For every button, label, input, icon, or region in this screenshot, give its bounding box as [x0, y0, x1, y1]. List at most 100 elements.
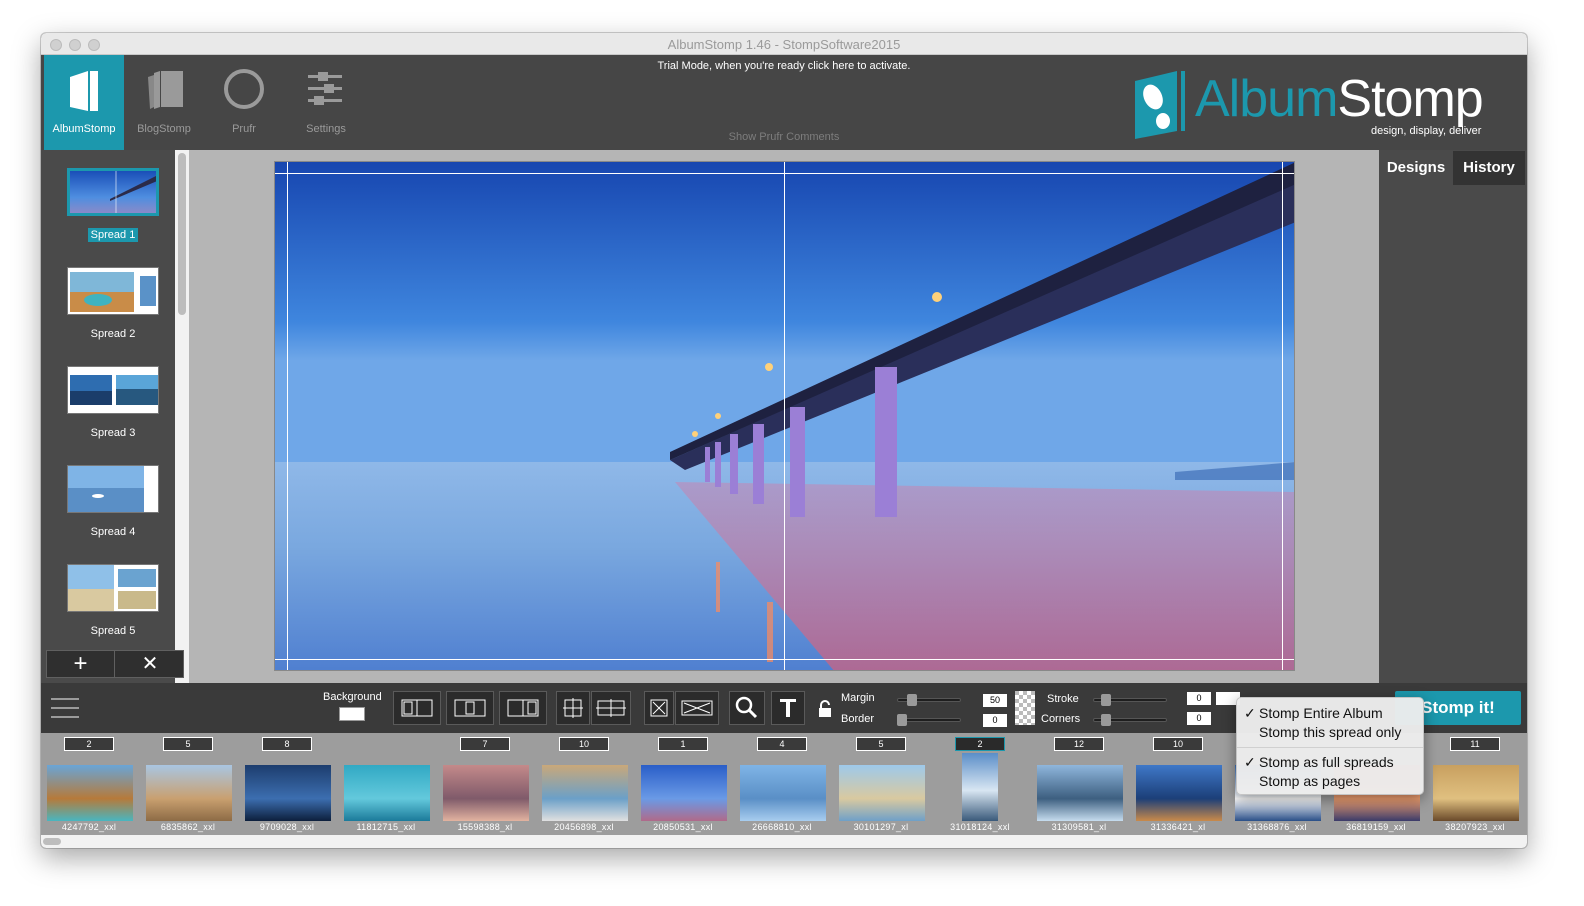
filmstrip-thumbnail	[1037, 765, 1123, 821]
usage-count-badge: 12	[1054, 737, 1104, 751]
align-center-button[interactable]	[446, 691, 494, 725]
margin-guide-bottom	[275, 659, 1294, 660]
fill-spread-button[interactable]	[675, 691, 719, 725]
spread-label: Spread 2	[90, 328, 136, 340]
usage-count-badge: 2	[955, 737, 1005, 751]
filmstrip-filename: 9709028_xxl	[259, 822, 315, 832]
menu-item-stomp-spread-only[interactable]: Stomp this spread only	[1237, 722, 1423, 742]
filmstrip-thumbnail	[1136, 765, 1222, 821]
spread-label: Spread 4	[90, 526, 136, 538]
spread-item[interactable]: Spread 5	[63, 564, 163, 658]
spread-thumbnail	[67, 366, 159, 414]
filmstrip-thumbnail	[47, 765, 133, 821]
usage-count-badge: 8	[262, 737, 312, 751]
filmstrip-item[interactable]: 10 31336421_xl	[1134, 737, 1222, 833]
usage-count-badge: 10	[1153, 737, 1203, 751]
right-page-icon	[507, 699, 539, 717]
filmstrip-item[interactable]: 1 20850531_xxl	[639, 737, 727, 833]
top-toolbar: AlbumStomp BlogStomp Prufr Settings Tria…	[41, 55, 1527, 150]
spread-thumbnail	[67, 564, 159, 612]
filmstrip-filename: 4247792_xxl	[61, 822, 117, 832]
border-slider-knob[interactable]	[897, 714, 907, 726]
menu-separator	[1237, 747, 1423, 748]
filmstrip-filename: 31368876_xxl	[1247, 822, 1307, 832]
fill-frame-button[interactable]	[644, 691, 674, 725]
filmstrip-filename: 31309581_xl	[1051, 822, 1107, 832]
align-right-page-button[interactable]	[499, 691, 547, 725]
menu-item-stomp-entire-album[interactable]: ✓ Stomp Entire Album	[1237, 703, 1423, 723]
filmstrip-filename: 36819159_xxl	[1346, 822, 1406, 832]
menu-item-stomp-full-spreads[interactable]: ✓ Stomp as full spreads	[1237, 752, 1423, 772]
spread-photo[interactable]	[274, 161, 1295, 671]
right-panel: Designs History	[1379, 150, 1527, 683]
spread-thumbnail	[67, 465, 159, 513]
corners-slider-knob[interactable]	[1101, 714, 1111, 726]
filmstrip-filename: 38207923_xxl	[1445, 822, 1505, 832]
margin-guide-left	[287, 162, 288, 670]
filmstrip-item[interactable]: 12 31309581_xl	[1035, 737, 1123, 833]
usage-count-badge: 1	[658, 737, 708, 751]
filmstrip-item[interactable]: 5 6835862_xxl	[144, 737, 232, 833]
margin-value[interactable]: 50	[983, 694, 1007, 707]
filmstrip-item[interactable]: 2 31018124_xxl	[936, 737, 1024, 833]
tab-history[interactable]: History	[1453, 151, 1525, 185]
filmstrip-item[interactable]: 10 20456898_xxl	[540, 737, 628, 833]
filmstrip-scrollbar-thumb[interactable]	[43, 838, 61, 845]
corners-value[interactable]: 0	[1187, 712, 1211, 725]
filmstrip-item[interactable]: 8 9709028_xxl	[243, 737, 331, 833]
usage-count-badge: 2	[64, 737, 114, 751]
expand-icon	[650, 699, 668, 717]
filmstrip-thumbnail	[542, 765, 628, 821]
albumstomp-page-icon	[70, 71, 98, 111]
title-bar: AlbumStomp 1.46 - StompSoftware2015	[41, 33, 1527, 55]
filmstrip-filename: 31018124_xxl	[950, 822, 1010, 832]
spread-item[interactable]: Spread 2	[63, 267, 163, 361]
transparency-swatch[interactable]	[1015, 691, 1035, 725]
spread-label: Spread 1	[87, 228, 139, 242]
zoom-button[interactable]	[729, 691, 765, 725]
fit-frame-button[interactable]	[556, 691, 590, 725]
expand-wide-icon	[681, 700, 713, 716]
spread-item[interactable]: Spread 3	[63, 366, 163, 460]
menu-hamburger-icon[interactable]	[51, 698, 79, 720]
filmstrip-item[interactable]: 11812715_xxl	[342, 737, 430, 833]
fit-width-button[interactable]	[591, 691, 631, 725]
center-page-icon	[454, 699, 486, 717]
filmstrip-item[interactable]: 5 30101297_xl	[837, 737, 925, 833]
border-value[interactable]: 0	[983, 714, 1007, 727]
filmstrip-scrollbar[interactable]	[41, 835, 1527, 848]
filmstrip-thumbnail	[443, 765, 529, 821]
filmstrip-filename: 20850531_xxl	[653, 822, 713, 832]
checkmark-icon: ✓	[1244, 754, 1256, 770]
filmstrip-item[interactable]: 4 26668810_xxl	[738, 737, 826, 833]
margin-slider-knob[interactable]	[907, 694, 917, 706]
align-left-page-button[interactable]	[393, 691, 441, 725]
corners-label: Corners	[1041, 713, 1081, 725]
spread-label: Spread 5	[90, 625, 136, 637]
stroke-value[interactable]: 0	[1187, 692, 1211, 705]
logo-wordmark: AlbumStomp	[1195, 70, 1484, 128]
blogstomp-icon	[148, 71, 183, 109]
spread-item[interactable]: Spread 1	[63, 168, 163, 262]
filmstrip-thumbnail	[740, 765, 826, 821]
spread-actions: + ✕	[46, 650, 184, 678]
window-title: AlbumStomp 1.46 - StompSoftware2015	[667, 37, 901, 52]
lock-icon[interactable]	[817, 699, 833, 719]
filmstrip-item[interactable]: 11 38207923_xxl	[1431, 737, 1519, 833]
filmstrip-thumbnail	[245, 765, 331, 821]
background-color-swatch[interactable]	[339, 707, 365, 721]
spreads-scrollbar-thumb[interactable]	[178, 153, 186, 315]
filmstrip-filename: 20456898_xxl	[554, 822, 614, 832]
add-spread-button[interactable]: +	[47, 651, 115, 677]
usage-count-badge: 4	[757, 737, 807, 751]
tab-designs[interactable]: Designs	[1380, 151, 1452, 185]
stroke-slider-knob[interactable]	[1101, 694, 1111, 706]
filmstrip-item[interactable]: 2 4247792_xxl	[45, 737, 133, 833]
spread-item[interactable]: Spread 4	[63, 465, 163, 559]
usage-count-badge: 10	[559, 737, 609, 751]
filmstrip-thumbnail	[1433, 765, 1519, 821]
text-tool-button[interactable]	[771, 691, 805, 725]
remove-spread-button[interactable]: ✕	[116, 651, 184, 677]
filmstrip-item[interactable]: 7 15598388_xl	[441, 737, 529, 833]
menu-item-stomp-pages[interactable]: Stomp as pages	[1237, 771, 1423, 791]
